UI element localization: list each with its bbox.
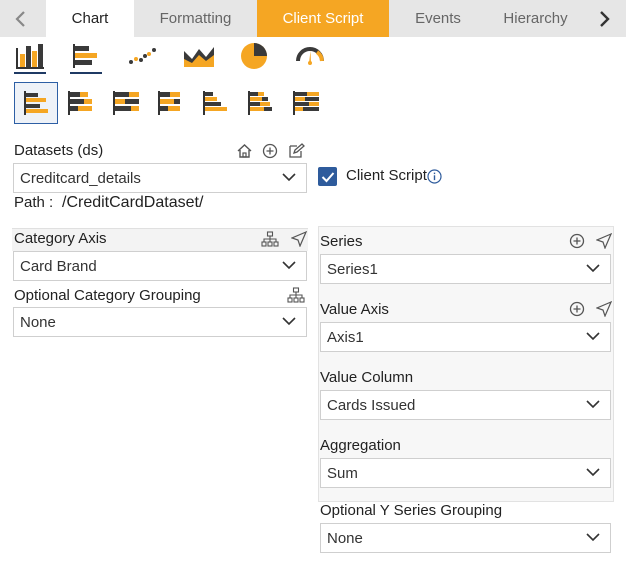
chevron-down-icon bbox=[586, 468, 600, 477]
client-script-checkbox[interactable] bbox=[318, 167, 337, 186]
category-axis-select[interactable]: Card Brand bbox=[13, 251, 307, 281]
add-dataset-icon[interactable] bbox=[261, 142, 279, 160]
clustered-bar-icon bbox=[24, 91, 48, 115]
tab-formatting[interactable]: Formatting bbox=[134, 0, 257, 37]
checkmark-icon bbox=[321, 171, 334, 182]
datasets-select[interactable]: Creditcard_details bbox=[13, 163, 307, 193]
tab-client-script[interactable]: Client Script bbox=[257, 0, 389, 37]
selected-type-underline bbox=[14, 72, 46, 74]
value-axis-label: Value Axis bbox=[320, 301, 389, 318]
subtype-100-stacked-bar[interactable] bbox=[104, 82, 148, 124]
navigate-icon[interactable] bbox=[595, 300, 613, 318]
bar-type-underline bbox=[70, 72, 102, 74]
chevron-down-icon bbox=[586, 533, 600, 542]
chevron-down-icon bbox=[586, 400, 600, 409]
add-series-icon[interactable] bbox=[568, 232, 586, 250]
home-icon[interactable] bbox=[235, 142, 253, 160]
aggregation-value: Sum bbox=[327, 464, 358, 482]
series-select[interactable]: Series1 bbox=[320, 254, 611, 284]
navigate-icon[interactable] bbox=[290, 230, 308, 248]
optional-y-series-grouping-select[interactable]: None bbox=[320, 523, 611, 553]
chevron-down-icon bbox=[586, 264, 600, 273]
subtype-percent-grouped-bar[interactable] bbox=[284, 82, 328, 124]
aggregation-select[interactable]: Sum bbox=[320, 458, 611, 488]
value-axis-value: Axis1 bbox=[327, 328, 364, 346]
category-axis-value: Card Brand bbox=[20, 257, 97, 275]
scatter-chart-icon[interactable] bbox=[126, 42, 158, 70]
stacked-grouped-bar-icon bbox=[248, 91, 272, 115]
path-label: Path : bbox=[14, 194, 54, 211]
hierarchy-icon[interactable] bbox=[287, 286, 305, 304]
hierarchy-icon[interactable] bbox=[261, 230, 279, 248]
optional-category-grouping-label: Optional Category Grouping bbox=[14, 287, 201, 304]
column-chart-icon[interactable] bbox=[14, 42, 46, 70]
value-axis-select[interactable]: Axis1 bbox=[320, 322, 611, 352]
chevron-down-icon bbox=[282, 261, 296, 270]
subtype-stacked-bar-alt[interactable] bbox=[149, 82, 193, 124]
stacked-bar-alt-icon bbox=[158, 91, 180, 115]
subtype-clustered-bar[interactable] bbox=[14, 82, 58, 124]
series-label: Series bbox=[320, 233, 363, 250]
info-icon[interactable] bbox=[426, 168, 442, 184]
value-column-value: Cards Issued bbox=[327, 396, 416, 414]
grouped-bar-icon bbox=[203, 91, 227, 115]
divider bbox=[12, 228, 308, 229]
aggregation-label: Aggregation bbox=[320, 437, 401, 454]
scroll-left-icon[interactable] bbox=[0, 0, 40, 37]
pie-chart-icon[interactable] bbox=[238, 40, 270, 72]
area-chart-icon[interactable] bbox=[182, 42, 216, 70]
scroll-right-icon[interactable] bbox=[584, 0, 626, 37]
chevron-down-icon bbox=[586, 332, 600, 341]
subtype-stacked-bar[interactable] bbox=[59, 82, 103, 124]
client-script-label: Client Script bbox=[346, 167, 427, 184]
bar-chart-icon[interactable] bbox=[70, 42, 102, 70]
value-column-select[interactable]: Cards Issued bbox=[320, 390, 611, 420]
tab-hierarchy[interactable]: Hierarchy bbox=[487, 0, 584, 37]
datasets-label: Datasets (ds) bbox=[14, 142, 104, 159]
chevron-down-icon bbox=[282, 317, 296, 326]
optional-y-series-grouping-label: Optional Y Series Grouping bbox=[320, 502, 503, 519]
tab-events[interactable]: Events bbox=[389, 0, 487, 37]
navigate-icon[interactable] bbox=[595, 232, 613, 250]
optional-category-grouping-select[interactable]: None bbox=[13, 307, 307, 337]
percent-stacked-bar-icon bbox=[113, 91, 139, 115]
add-axis-icon[interactable] bbox=[568, 300, 586, 318]
subtype-grouped-bar[interactable] bbox=[194, 82, 238, 124]
optional-category-grouping-value: None bbox=[20, 313, 56, 331]
path-value: /CreditCardDataset/ bbox=[62, 194, 204, 211]
datasets-value: Creditcard_details bbox=[20, 169, 141, 187]
tab-chart[interactable]: Chart bbox=[46, 0, 134, 37]
edit-dataset-icon[interactable] bbox=[287, 142, 305, 160]
category-axis-label: Category Axis bbox=[14, 230, 107, 247]
stacked-bar-icon bbox=[68, 91, 92, 115]
tab-bar: Chart Formatting Client Script Events Hi… bbox=[0, 0, 626, 37]
subtype-stacked-grouped-bar[interactable] bbox=[239, 82, 283, 124]
optional-y-series-grouping-value: None bbox=[327, 529, 363, 547]
percent-grouped-bar-icon bbox=[293, 91, 319, 115]
chevron-down-icon bbox=[282, 173, 296, 182]
series-value: Series1 bbox=[327, 260, 378, 278]
gauge-chart-icon[interactable] bbox=[294, 42, 326, 70]
value-column-label: Value Column bbox=[320, 369, 414, 386]
